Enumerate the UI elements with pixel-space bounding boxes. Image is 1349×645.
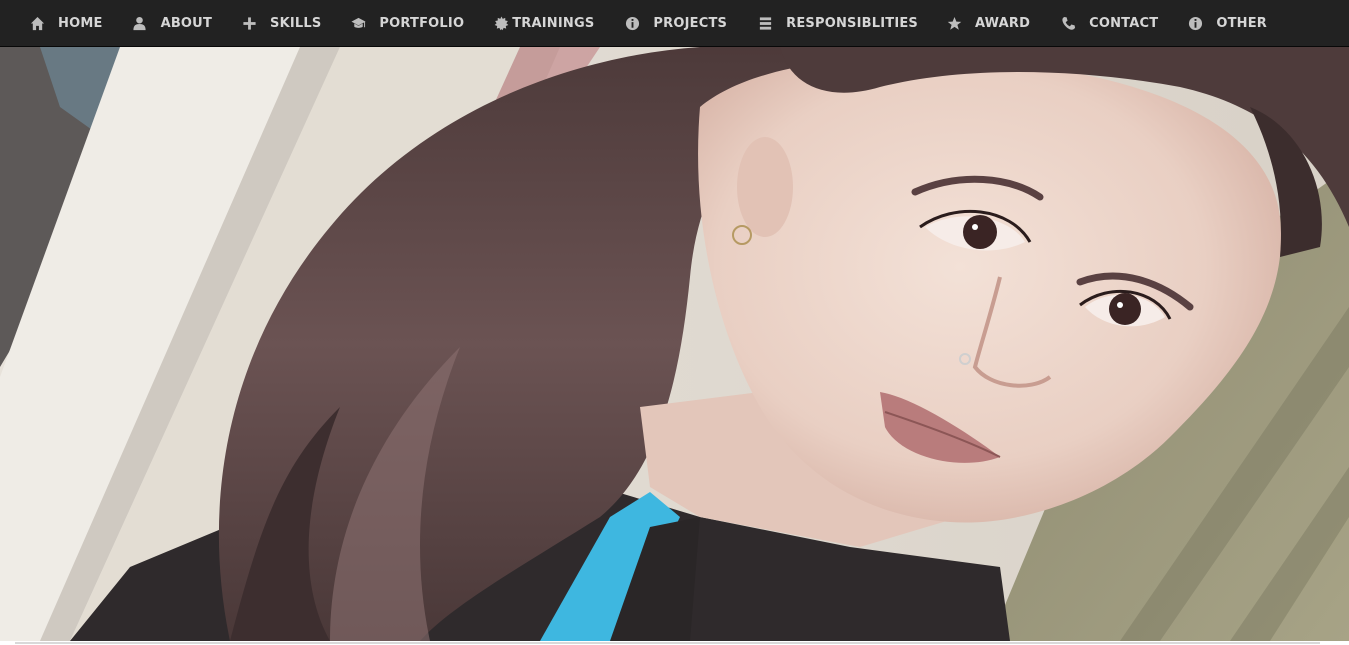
- nav-home[interactable]: Home: [29, 0, 103, 47]
- info-circle-icon: [624, 15, 640, 31]
- star-icon: [946, 15, 962, 31]
- nav-portfolio-label: Portfolio: [379, 15, 465, 31]
- nav-projects-label: Projects: [653, 15, 728, 31]
- nav-skills-label: Skills: [270, 15, 322, 31]
- nav-trainings[interactable]: Trainings: [493, 0, 594, 47]
- nav-projects[interactable]: Projects: [624, 0, 727, 47]
- portrait-photo: [0, 47, 1349, 641]
- list-icon: [757, 15, 773, 31]
- nav-contact[interactable]: Contact: [1060, 0, 1158, 47]
- nav-award[interactable]: Award: [946, 0, 1030, 47]
- nav-about[interactable]: About: [132, 0, 212, 47]
- info-circle-icon: [1187, 15, 1203, 31]
- nav-award-label: Award: [975, 15, 1031, 31]
- nav-other[interactable]: Other: [1187, 0, 1267, 47]
- top-navbar: Home About Skills Portfolio Trainings Pr…: [0, 0, 1349, 47]
- nav-responsibilities[interactable]: Responsiblities: [757, 0, 918, 47]
- nav-home-label: Home: [58, 15, 103, 31]
- nav-contact-label: Contact: [1089, 15, 1159, 31]
- home-icon: [29, 15, 45, 31]
- nav-about-label: About: [160, 15, 213, 31]
- certificate-icon: [493, 15, 509, 31]
- plus-icon: [241, 15, 257, 31]
- phone-icon: [1060, 15, 1076, 31]
- page-divider: [15, 642, 1320, 644]
- nav-trainings-label: Trainings: [512, 15, 595, 31]
- nav-skills[interactable]: Skills: [241, 0, 321, 47]
- hero-portrait-image: [0, 47, 1349, 641]
- user-icon: [132, 15, 148, 31]
- nav-portfolio[interactable]: Portfolio: [350, 0, 464, 47]
- nav-other-label: Other: [1216, 15, 1268, 31]
- nav-responsibilities-label: Responsiblities: [786, 15, 918, 31]
- graduation-cap-icon: [350, 15, 366, 31]
